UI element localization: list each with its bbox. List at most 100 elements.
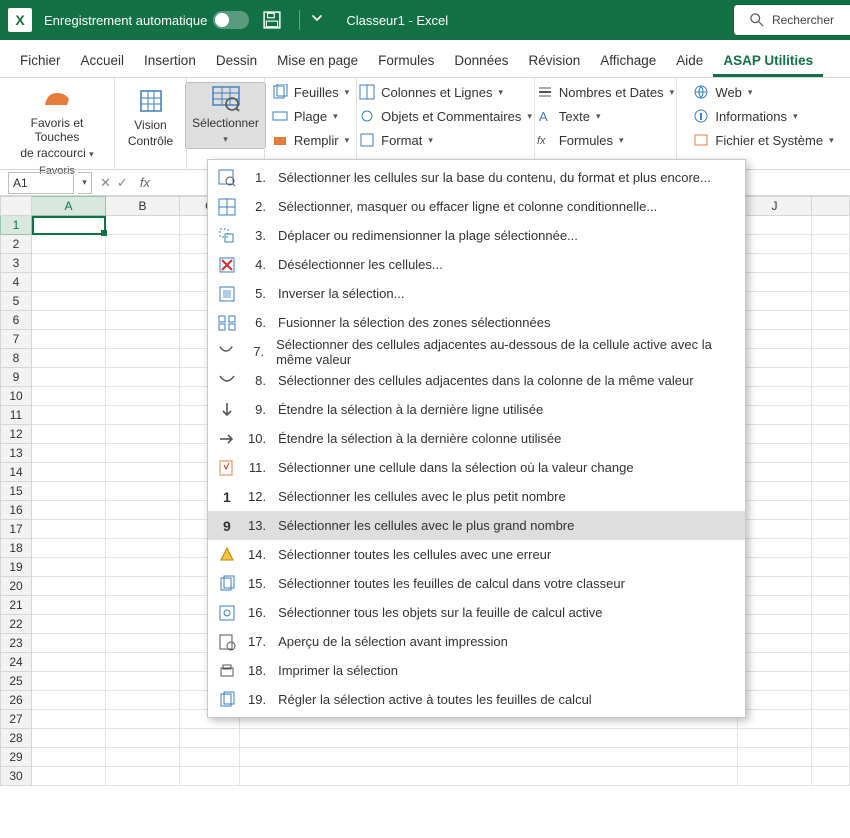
cell[interactable]	[106, 235, 180, 254]
cell[interactable]	[106, 672, 180, 691]
search-box[interactable]: Rechercher	[733, 4, 850, 36]
ribbon-item-informations[interactable]: Informations▾	[691, 106, 835, 126]
cell[interactable]	[106, 254, 180, 273]
cell[interactable]	[32, 539, 106, 558]
tab-aide[interactable]: Aide	[666, 45, 713, 77]
ribbon-item-nombres-et-dates[interactable]: Nombres et Dates▾	[535, 82, 676, 102]
cell[interactable]	[812, 539, 850, 558]
cell[interactable]	[812, 254, 850, 273]
cell[interactable]	[106, 539, 180, 558]
menu-item-12[interactable]: 112.Sélectionner les cellules avec le pl…	[208, 482, 745, 511]
cell[interactable]	[738, 558, 812, 577]
cell[interactable]	[738, 406, 812, 425]
cell[interactable]	[106, 444, 180, 463]
menu-item-11[interactable]: 11.Sélectionner une cellule dans la séle…	[208, 453, 745, 482]
cell[interactable]	[812, 406, 850, 425]
row-header-21[interactable]: 21	[0, 596, 32, 615]
cell[interactable]	[106, 330, 180, 349]
row-header-29[interactable]: 29	[0, 748, 32, 767]
col-header-B[interactable]: B	[106, 196, 180, 216]
cell[interactable]	[812, 634, 850, 653]
cell[interactable]	[106, 691, 180, 710]
row-header-14[interactable]: 14	[0, 463, 32, 482]
cell[interactable]	[812, 292, 850, 311]
cell[interactable]	[32, 691, 106, 710]
cell[interactable]	[738, 444, 812, 463]
menu-item-7[interactable]: 7.Sélectionner des cellules adjacentes a…	[208, 337, 745, 366]
menu-item-19[interactable]: 19.Régler la sélection active à toutes l…	[208, 685, 745, 714]
cell[interactable]	[106, 767, 180, 786]
row-header-13[interactable]: 13	[0, 444, 32, 463]
row-header-5[interactable]: 5	[0, 292, 32, 311]
cell[interactable]	[106, 634, 180, 653]
row-header-22[interactable]: 22	[0, 615, 32, 634]
cell[interactable]	[106, 748, 180, 767]
cell[interactable]	[240, 729, 738, 748]
cell[interactable]	[738, 615, 812, 634]
cell[interactable]	[180, 729, 240, 748]
cell[interactable]	[106, 729, 180, 748]
cell[interactable]	[32, 596, 106, 615]
cell[interactable]	[240, 767, 738, 786]
favoris-button[interactable]: Favoris et Touches de raccourci ▾	[10, 82, 104, 163]
fx-icon[interactable]: fx	[140, 175, 150, 190]
cell[interactable]	[812, 767, 850, 786]
vision-controle-button[interactable]: Vision Contrôle	[124, 84, 177, 150]
cell[interactable]	[738, 463, 812, 482]
row-header-10[interactable]: 10	[0, 387, 32, 406]
row-header-9[interactable]: 9	[0, 368, 32, 387]
cell[interactable]	[812, 577, 850, 596]
cell[interactable]	[106, 520, 180, 539]
cell[interactable]	[812, 482, 850, 501]
row-header-16[interactable]: 16	[0, 501, 32, 520]
cell[interactable]	[32, 216, 106, 235]
cell[interactable]	[32, 653, 106, 672]
cell[interactable]	[32, 254, 106, 273]
cell[interactable]	[180, 748, 240, 767]
cell[interactable]	[106, 349, 180, 368]
cell[interactable]	[180, 767, 240, 786]
cell[interactable]	[32, 463, 106, 482]
menu-item-8[interactable]: 8.Sélectionner des cellules adjacentes d…	[208, 366, 745, 395]
row-header-17[interactable]: 17	[0, 520, 32, 539]
autosave-toggle[interactable]	[213, 11, 249, 29]
cell[interactable]	[812, 520, 850, 539]
tab-mise-en-page[interactable]: Mise en page	[267, 45, 368, 77]
cell[interactable]	[812, 748, 850, 767]
cell[interactable]	[106, 387, 180, 406]
cell[interactable]	[812, 691, 850, 710]
cell[interactable]	[32, 311, 106, 330]
cell[interactable]	[738, 254, 812, 273]
cell[interactable]	[106, 710, 180, 729]
cell[interactable]	[738, 235, 812, 254]
cell[interactable]	[106, 577, 180, 596]
cell[interactable]	[812, 387, 850, 406]
row-header-7[interactable]: 7	[0, 330, 32, 349]
cell[interactable]	[812, 463, 850, 482]
row-header-19[interactable]: 19	[0, 558, 32, 577]
row-header-20[interactable]: 20	[0, 577, 32, 596]
accept-icon[interactable]: ✓	[117, 175, 128, 191]
ribbon-item-texte[interactable]: ATexte▾	[535, 106, 676, 126]
cell[interactable]	[738, 368, 812, 387]
row-header-12[interactable]: 12	[0, 425, 32, 444]
cell[interactable]	[32, 634, 106, 653]
cell[interactable]	[738, 311, 812, 330]
menu-item-17[interactable]: 17.Aperçu de la sélection avant impressi…	[208, 627, 745, 656]
cell[interactable]	[32, 235, 106, 254]
cell[interactable]	[32, 672, 106, 691]
cell[interactable]	[738, 729, 812, 748]
row-header-8[interactable]: 8	[0, 349, 32, 368]
col-header-J[interactable]: J	[738, 196, 812, 216]
cell[interactable]	[812, 235, 850, 254]
cell[interactable]	[812, 615, 850, 634]
cell[interactable]	[738, 748, 812, 767]
cell[interactable]	[812, 330, 850, 349]
cell[interactable]	[32, 615, 106, 634]
save-icon[interactable]	[263, 11, 281, 29]
cell[interactable]	[32, 368, 106, 387]
cell[interactable]	[106, 292, 180, 311]
menu-item-15[interactable]: 15.Sélectionner toutes les feuilles de c…	[208, 569, 745, 598]
cell[interactable]	[738, 767, 812, 786]
ribbon-item-plage[interactable]: Plage▾	[270, 106, 351, 126]
